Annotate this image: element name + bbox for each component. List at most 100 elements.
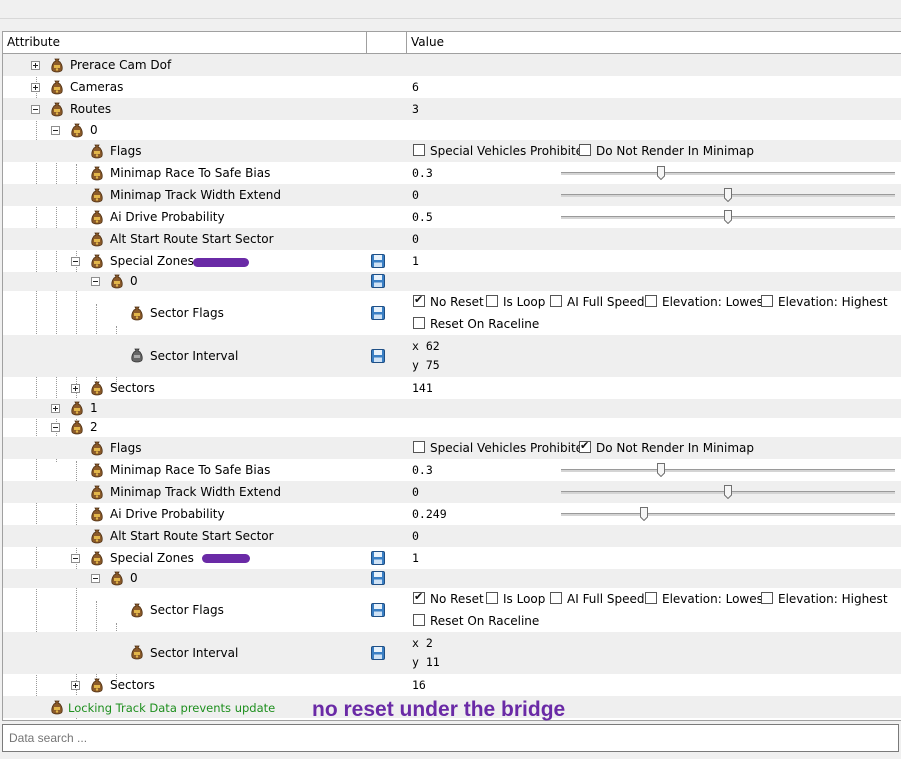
ai-probability-slider[interactable] (561, 210, 895, 224)
row-value[interactable]: 6 (412, 80, 419, 94)
reset-on-raceline-checkbox[interactable]: Reset On Raceline (413, 317, 539, 331)
bias-slider[interactable] (561, 463, 895, 477)
row-value[interactable]: 0.5 (412, 210, 433, 224)
collapse-toggle[interactable] (91, 277, 100, 286)
no-reset-checkbox[interactable]: No Reset (413, 293, 484, 309)
row-value[interactable]: 1 (412, 551, 419, 565)
tree-row-route-0[interactable]: 0 (3, 120, 901, 140)
save-icon[interactable] (371, 306, 385, 320)
tree-row-minimap-race-to-safe-bias-2[interactable]: Minimap Race To Safe Bias 0.3 (3, 459, 901, 481)
row-label: Minimap Track Width Extend (110, 188, 281, 202)
attribute-column-header[interactable]: Attribute (3, 32, 367, 53)
row-label: Flags (110, 144, 142, 158)
interval-y-value[interactable]: y 75 (412, 358, 440, 372)
special-vehicles-prohibited-checkbox[interactable]: Special Vehicles Prohibited (413, 441, 591, 455)
elevation-lowest-checkbox[interactable]: Elevation: Lowest (645, 295, 768, 309)
tree-row-sectors[interactable]: Sectors 141 (3, 377, 901, 399)
slider-thumb[interactable] (657, 166, 665, 180)
is-loop-checkbox[interactable]: Is Loop (486, 295, 545, 309)
tree-row-ai-drive-probability[interactable]: Ai Drive Probability 0.5 (3, 206, 901, 228)
expand-toggle[interactable] (31, 61, 40, 70)
expand-toggle[interactable] (71, 681, 80, 690)
slider-thumb[interactable] (724, 188, 732, 202)
ai-full-speed-checkbox[interactable]: AI Full Speed (550, 592, 645, 606)
save-icon[interactable] (371, 551, 385, 565)
tree-row-flags[interactable]: Flags Special Vehicles Prohibited Do Not… (3, 140, 901, 162)
expand-toggle[interactable] (71, 384, 80, 393)
tree-row-flags-2[interactable]: Flags Special Vehicles Prohibited Do Not… (3, 437, 901, 459)
special-vehicles-prohibited-checkbox[interactable]: Special Vehicles Prohibited (413, 144, 591, 158)
save-icon[interactable] (371, 646, 385, 660)
is-loop-checkbox[interactable]: Is Loop (486, 592, 545, 606)
collapse-toggle[interactable] (71, 257, 80, 266)
row-value[interactable]: 0.3 (412, 166, 433, 180)
tree-row-zone-0-2[interactable]: 0 (3, 569, 901, 588)
row-value[interactable]: 0 (412, 188, 419, 202)
bias-slider[interactable] (561, 166, 895, 180)
row-value[interactable]: 0.3 (412, 463, 433, 477)
tree-row-sector-flags[interactable]: Sector Flags No Reset Is Loop AI Full Sp… (3, 291, 901, 335)
tree-row-route-1[interactable]: 1 (3, 399, 901, 418)
width-slider[interactable] (561, 485, 895, 499)
tree-row-minimap-race-to-safe-bias[interactable]: Minimap Race To Safe Bias 0.3 (3, 162, 901, 184)
tree-row-zone-0[interactable]: 0 (3, 272, 901, 291)
tree-row-ai-drive-probability-2[interactable]: Ai Drive Probability 0.249 (3, 503, 901, 525)
tree-row-special-zones[interactable]: Special Zones 1 (3, 250, 901, 272)
ai-full-speed-checkbox[interactable]: AI Full Speed (550, 295, 645, 309)
do-not-render-in-minimap-checkbox[interactable]: Do Not Render In Minimap (579, 439, 754, 455)
no-reset-checkbox[interactable]: No Reset (413, 590, 484, 606)
tree-row-alt-start-route-start-sector-2[interactable]: Alt Start Route Start Sector 0 (3, 525, 901, 547)
tree-row-sectors-2[interactable]: Sectors 16 (3, 674, 901, 696)
elevation-highest-checkbox[interactable]: Elevation: Highest (761, 592, 888, 606)
slider-thumb[interactable] (657, 463, 665, 477)
tree-row-sector-interval[interactable]: Sector Interval x 62 y 75 (3, 335, 901, 377)
slider-thumb[interactable] (724, 485, 732, 499)
collapse-toggle[interactable] (51, 423, 60, 432)
row-value[interactable]: 0 (412, 529, 419, 543)
row-value[interactable]: 3 (412, 102, 419, 116)
icon-column-header[interactable] (367, 32, 407, 53)
slider-thumb[interactable] (724, 210, 732, 224)
save-icon[interactable] (371, 349, 385, 363)
collapse-toggle[interactable] (71, 554, 80, 563)
slider-thumb[interactable] (640, 507, 648, 521)
row-value[interactable]: 0 (412, 232, 419, 246)
data-search-box[interactable] (2, 724, 899, 752)
bag-icon (90, 210, 104, 225)
interval-y-value[interactable]: y 11 (412, 655, 440, 669)
tree-row-sector-interval-2[interactable]: Sector Interval x 2 y 11 (3, 632, 901, 674)
elevation-highest-checkbox[interactable]: Elevation: Highest (761, 295, 888, 309)
do-not-render-in-minimap-checkbox[interactable]: Do Not Render In Minimap (579, 144, 754, 158)
expand-toggle[interactable] (51, 404, 60, 413)
width-slider[interactable] (561, 188, 895, 202)
interval-x-value[interactable]: x 2 (412, 636, 433, 650)
collapse-toggle[interactable] (31, 105, 40, 114)
expand-toggle[interactable] (31, 83, 40, 92)
interval-x-value[interactable]: x 62 (412, 339, 440, 353)
tree-row-cameras[interactable]: Cameras 6 (3, 76, 901, 98)
tree-row-prerace-cam-dof[interactable]: Prerace Cam Dof (3, 54, 901, 76)
tree-row-route-2[interactable]: 2 (3, 418, 901, 437)
row-value[interactable]: 16 (412, 678, 426, 692)
data-search-input[interactable] (7, 725, 891, 751)
ai-probability-slider[interactable] (561, 507, 895, 521)
row-value[interactable]: 141 (412, 381, 433, 395)
elevation-lowest-checkbox[interactable]: Elevation: Lowest (645, 592, 768, 606)
save-icon[interactable] (371, 571, 385, 585)
collapse-toggle[interactable] (51, 126, 60, 135)
tree-row-alt-start-route-start-sector[interactable]: Alt Start Route Start Sector 0 (3, 228, 901, 250)
collapse-toggle[interactable] (91, 574, 100, 583)
row-value[interactable]: 0 (412, 485, 419, 499)
tree-row-routes[interactable]: Routes 3 (3, 98, 901, 120)
row-value[interactable]: 1 (412, 254, 419, 268)
row-value[interactable]: 0.249 (412, 507, 447, 521)
save-icon[interactable] (371, 274, 385, 288)
tree-row-minimap-track-width-extend[interactable]: Minimap Track Width Extend 0 (3, 184, 901, 206)
reset-on-raceline-checkbox[interactable]: Reset On Raceline (413, 614, 539, 628)
save-icon[interactable] (371, 603, 385, 617)
save-icon[interactable] (371, 254, 385, 268)
tree-row-sector-flags-2[interactable]: Sector Flags No Reset Is Loop AI Full Sp… (3, 588, 901, 632)
value-column-header[interactable]: Value (407, 32, 901, 53)
tree-row-special-zones-2[interactable]: Special Zones 1 (3, 547, 901, 569)
tree-row-minimap-track-width-extend-2[interactable]: Minimap Track Width Extend 0 (3, 481, 901, 503)
